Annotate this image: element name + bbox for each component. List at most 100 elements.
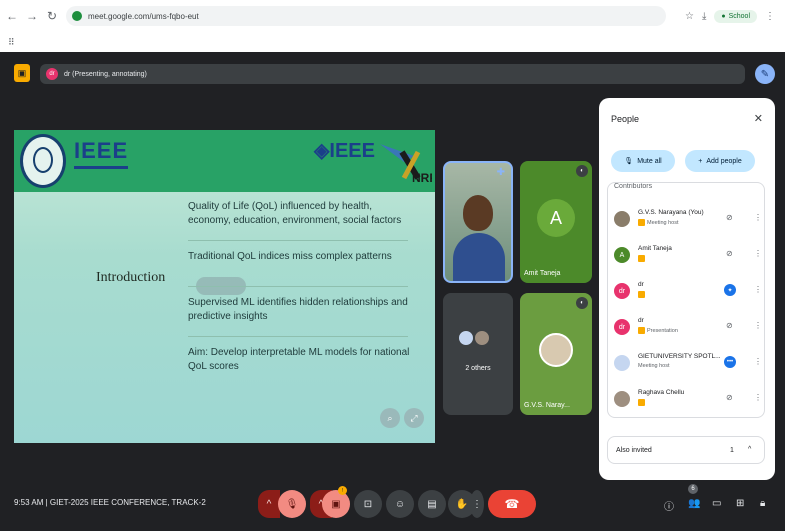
also-invited-count: 1	[730, 447, 734, 454]
panel-title: People	[611, 114, 640, 124]
avatar	[614, 391, 630, 407]
mic-off-icon[interactable]: ⊘	[726, 321, 733, 330]
participant-tile-gvs[interactable]: ◐ G.V.S. Naray...	[520, 293, 592, 415]
camera-off-button[interactable]: ▣	[322, 490, 350, 518]
bookmarks-bar: ⠿	[0, 32, 785, 52]
profile-label: School	[728, 12, 750, 20]
mic-off-icon[interactable]: ⊘	[726, 393, 733, 402]
url-text: meet.google.com/ums-fqbo-eut	[88, 11, 199, 21]
participant-tile-others[interactable]: 2 others	[443, 293, 513, 415]
section-header: Contributors	[614, 183, 653, 190]
list-item[interactable]: Raghava Chellu ⊘ ⋮	[608, 383, 764, 417]
avatar: A	[614, 247, 630, 263]
mic-off-icon[interactable]: ⊘	[726, 213, 733, 222]
list-item[interactable]: A Amit Taneja ⊘ ⋮	[608, 239, 764, 273]
chat-icon[interactable]: ▭	[712, 498, 721, 509]
activities-icon[interactable]: ⊞	[736, 498, 744, 509]
avatar	[473, 329, 491, 347]
reload-icon[interactable]: ↻	[44, 8, 60, 24]
forward-icon[interactable]: →	[24, 8, 40, 24]
browser-toolbar: ← → ↻ meet.google.com/ums-fqbo-eut ☆ ⤓ ●…	[0, 0, 785, 32]
also-invited-label: Also invited	[616, 447, 652, 454]
nrf-logo: NRF	[380, 144, 432, 185]
participant-role: Meeting host	[638, 363, 670, 369]
slide-divider	[188, 286, 408, 287]
meet-top-bar: ▣ dr dr (Presenting, annotating) ✎	[0, 52, 785, 98]
also-invited-section[interactable]: Also invited 1 ^	[607, 436, 765, 464]
participant-name: Amit Taneja	[638, 245, 672, 252]
captions-button[interactable]: ⊡	[354, 490, 382, 518]
avatar	[614, 355, 630, 371]
more-options-icon[interactable]: ⋮	[754, 393, 762, 402]
svg-text:NRF: NRF	[412, 171, 432, 185]
avatar	[614, 211, 630, 227]
annotate-pen-button[interactable]: ✎	[755, 64, 775, 84]
slide-divider	[188, 336, 408, 337]
list-item[interactable]: dr dr Presentation ⊘ ⋮	[608, 311, 764, 345]
meeting-time-title: 9:53 AM | GIET-2025 IEEE CONFERENCE, TRA…	[14, 498, 206, 507]
more-options-icon[interactable]: ⋮	[754, 357, 762, 366]
close-icon[interactable]: ✕	[754, 112, 763, 125]
notification-badge: !	[338, 486, 347, 495]
people-panel: People ✕ 🎙︎ Mute all + Add people Contri…	[599, 98, 775, 480]
more-options-icon[interactable]: ⋮	[754, 213, 762, 222]
participant-name: Amit Taneja	[524, 270, 561, 277]
slide-bullet-1: Quality of Life (QoL) influenced by heal…	[188, 201, 402, 226]
slide-bullet-2: Traditional QoL indices miss complex pat…	[188, 251, 392, 262]
avatar: A	[537, 199, 575, 237]
participant-name: dr	[638, 281, 644, 288]
shared-slide: IEEE ◈IEEE NRF Introduction Quality of L…	[14, 130, 435, 443]
self-video-tile[interactable]: ✚	[443, 161, 513, 283]
back-icon[interactable]: ←	[4, 8, 20, 24]
more-options-button[interactable]: ⋮	[470, 490, 484, 518]
host-controls-icon[interactable]: 🔒︎	[760, 498, 765, 509]
mic-options-icon[interactable]: ^	[258, 490, 280, 518]
apps-grid-icon[interactable]: ⠿	[8, 37, 15, 48]
emoji-button[interactable]: ☺	[386, 490, 414, 518]
mute-all-label: Mute all	[637, 157, 662, 165]
slide-search-icon[interactable]: ⌕	[380, 408, 400, 428]
list-item[interactable]: G.V.S. Narayana (You) Meeting host ⊘ ⋮	[608, 203, 764, 237]
mic-muted-icon: ◐	[576, 297, 588, 309]
people-icon[interactable]: 👥	[688, 498, 700, 509]
participant-name: GIETUNIVERSITY SPOTL...	[638, 353, 721, 360]
participant-tile-amit[interactable]: ◐ A Amit Taneja	[520, 161, 592, 283]
speaking-icon: ✚	[496, 167, 505, 178]
profile-avatar-icon: ●	[721, 12, 726, 20]
address-bar[interactable]: meet.google.com/ums-fqbo-eut	[66, 6, 666, 26]
mic-muted-icon: ◐	[576, 165, 588, 177]
presentation-icon[interactable]: ▣	[14, 64, 30, 82]
chevron-up-icon[interactable]: ^	[748, 446, 751, 453]
list-item[interactable]: GIETUNIVERSITY SPOTL... Meeting host •••…	[608, 347, 764, 381]
add-people-label: Add people	[706, 157, 742, 165]
meet-bottom-bar: 9:53 AM | GIET-2025 IEEE CONFERENCE, TRA…	[0, 480, 785, 531]
self-video-head	[463, 195, 493, 231]
add-people-button[interactable]: + Add people	[685, 150, 755, 172]
ieee-right-logo: ◈IEEE	[314, 140, 375, 162]
info-icon[interactable]: ⓘ	[664, 498, 674, 513]
mute-all-button[interactable]: 🎙︎ Mute all	[611, 150, 675, 172]
ieee-left-underline	[74, 166, 128, 169]
speaking-icon: •••	[724, 356, 736, 368]
more-options-icon[interactable]: ⋮	[754, 321, 762, 330]
avatar: dr	[614, 283, 630, 299]
site-info-icon[interactable]	[72, 11, 82, 21]
profile-button[interactable]: ● School	[714, 9, 757, 23]
participant-name: dr	[638, 317, 644, 324]
more-options-icon[interactable]: ⋮	[754, 249, 762, 258]
participant-role	[638, 291, 647, 298]
avatar: dr	[614, 319, 630, 335]
more-options-icon[interactable]: ⋮	[754, 285, 762, 294]
bookmark-star-icon[interactable]: ☆	[685, 11, 694, 22]
mic-off-button[interactable]: 🎙︎	[278, 490, 306, 518]
speaking-icon: ✦	[724, 284, 736, 296]
present-button[interactable]: ▤	[418, 490, 446, 518]
participant-role: Presentation	[638, 327, 678, 334]
list-item[interactable]: dr dr ✦ ⋮	[608, 275, 764, 309]
download-icon[interactable]: ⤓	[702, 11, 706, 22]
browser-menu-icon[interactable]: ⋮	[765, 11, 775, 22]
slide-zoom-icon[interactable]: ⤢	[404, 408, 424, 428]
avatar	[539, 333, 573, 367]
mic-off-icon[interactable]: ⊘	[726, 249, 733, 258]
end-call-button[interactable]: ☎	[488, 490, 536, 518]
